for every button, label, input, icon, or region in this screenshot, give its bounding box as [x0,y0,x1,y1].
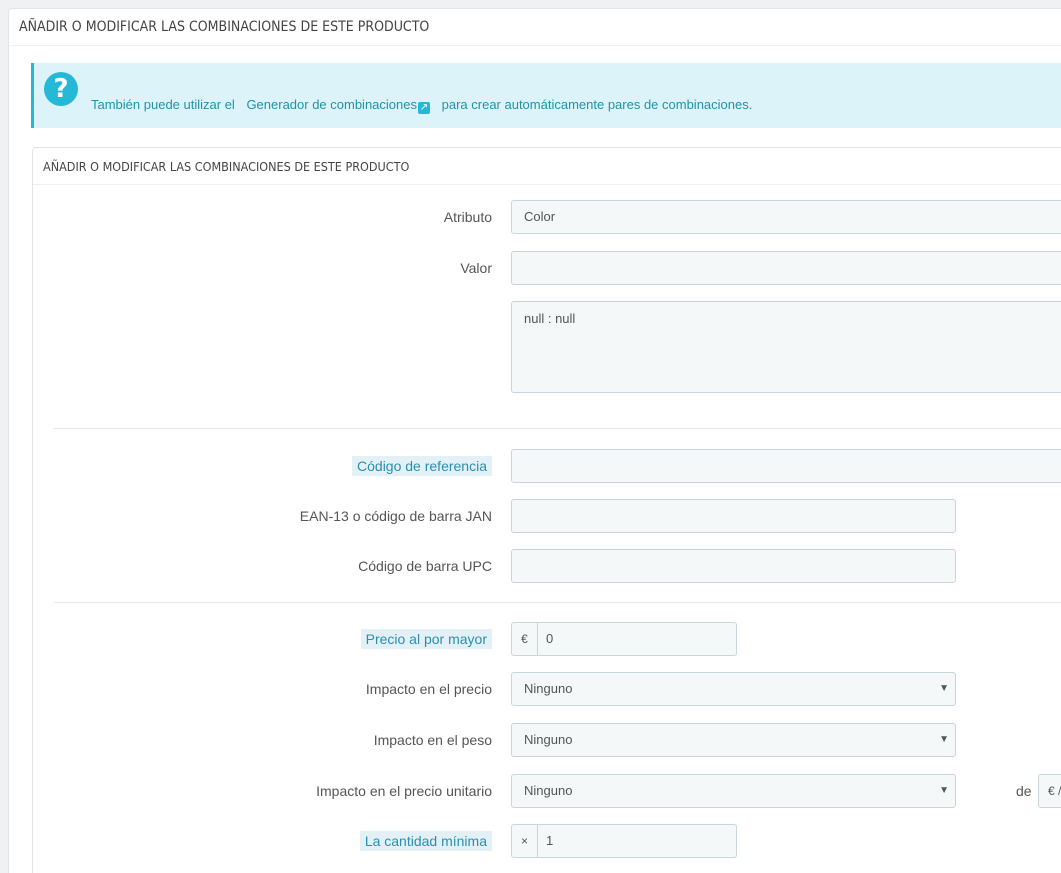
attribute-label: Atributo [443,209,492,225]
reference-label: Código de referencia [352,456,492,476]
form-heading: AÑADIR O MODIFICAR LAS COMBINACIONES DE … [43,159,410,174]
min-quantity-label: La cantidad mínima [359,831,492,851]
price-impact-select[interactable]: Ninguno ▼ [511,672,956,706]
unit-price-de-label: de [1016,783,1032,799]
dropdown-arrow-icon: ▼ [939,734,949,745]
attribute-select[interactable]: Color [511,200,1061,234]
dropdown-arrow-icon: ▼ [939,683,949,694]
form-heading-divider [33,184,1061,185]
combination-generator-link[interactable]: Generador de combinaciones ↗ [246,97,430,114]
section-divider [54,428,1061,429]
currency-addon: € [511,622,538,656]
upc-input[interactable] [511,549,956,583]
unit-price-impact-select[interactable]: Ninguno ▼ [511,774,956,808]
min-quantity-input[interactable]: 1 [538,824,737,858]
question-icon: ? [44,72,78,106]
unit-price-impact-label: Impacto en el precio unitario [316,783,492,799]
alert-message: También puede utilizar el Generador de c… [91,97,752,114]
panel-heading: AÑADIR O MODIFICAR LAS COMBINACIONES DE … [19,19,430,35]
unit-price-currency-addon: € / [1038,774,1061,808]
reference-input[interactable] [511,449,1061,483]
value-label: Valor [460,260,492,276]
wholesale-price-label: Precio al por mayor [360,629,492,649]
min-quantity-group: × 1 [511,824,737,858]
section-divider [54,602,1061,603]
alert-text-after: para crear automáticamente pares de comb… [441,97,753,112]
unit-price-impact-value: Ninguno [524,783,573,798]
external-link-icon: ↗ [418,102,430,114]
wholesale-price-group: € 0 [511,622,737,656]
value-select[interactable] [511,251,1061,285]
upc-label: Código de barra UPC [358,558,492,574]
price-impact-value: Ninguno [524,681,573,696]
weight-impact-select[interactable]: Ninguno ▼ [511,723,956,757]
dropdown-arrow-icon: ▼ [939,785,949,796]
heading-divider [9,45,1061,46]
wholesale-price-input[interactable]: 0 [538,622,737,656]
ean13-label: EAN-13 o código de barra JAN [299,508,492,524]
alert-text-before: También puede utilizar el [91,97,235,112]
price-impact-label: Impacto en el precio [365,681,492,697]
ean13-input[interactable] [511,499,956,533]
weight-impact-value: Ninguno [524,732,573,747]
weight-impact-label: Impacto en el peso [373,732,492,748]
combination-list[interactable]: null : null [511,301,1061,393]
info-alert: ? También puede utilizar el Generador de… [31,63,1061,128]
times-addon: × [511,824,538,858]
